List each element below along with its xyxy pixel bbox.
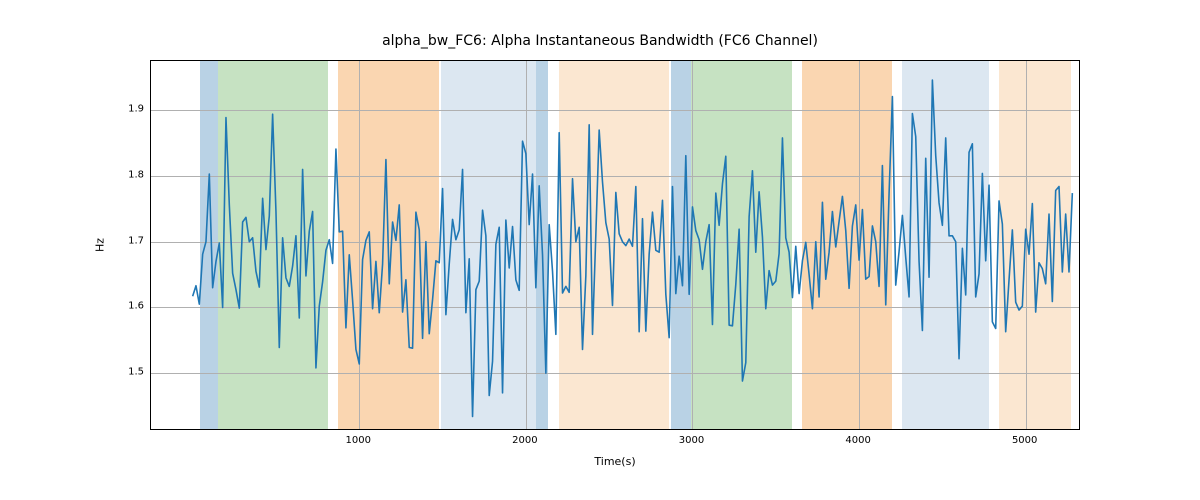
y-tick: 1.5 [116,367,144,378]
series-line [193,80,1073,416]
chart-title: alpha_bw_FC6: Alpha Instantaneous Bandwi… [0,33,1200,49]
x-tick: 5000 [1012,435,1037,446]
y-tick: 1.6 [116,301,144,312]
y-tick: 1.8 [116,170,144,181]
y-tick: 1.9 [116,104,144,115]
line-series [151,61,1079,429]
x-tick: 3000 [679,435,704,446]
x-tick: 4000 [845,435,870,446]
y-tick: 1.7 [116,235,144,246]
x-tick: 1000 [346,435,371,446]
x-axis-label: Time(s) [594,455,635,468]
chart-figure: alpha_bw_FC6: Alpha Instantaneous Bandwi… [0,0,1200,500]
plot-area [150,60,1080,430]
y-axis-label: Hz [94,238,107,252]
x-tick: 2000 [512,435,537,446]
